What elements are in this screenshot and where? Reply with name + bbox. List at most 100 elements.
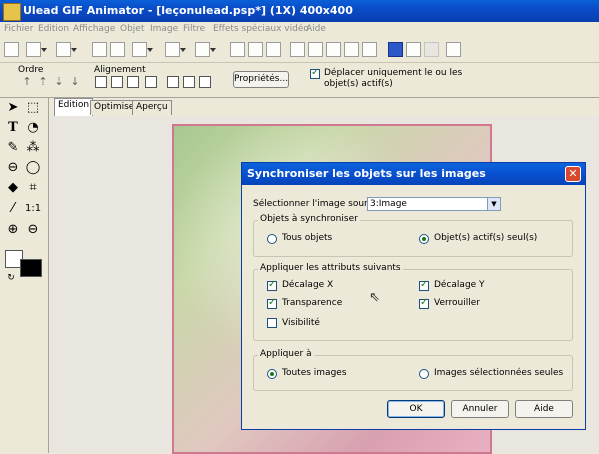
paste-icon[interactable] — [266, 42, 281, 57]
radio-tous-objets[interactable] — [267, 234, 277, 244]
redo-icon[interactable] — [195, 42, 216, 57]
visibilite-label: Visibilité — [282, 318, 320, 328]
open-icon[interactable] — [26, 42, 47, 57]
main-toolbar — [0, 38, 599, 63]
text-tool-icon[interactable]: T — [5, 120, 21, 136]
copy-icon[interactable] — [248, 42, 263, 57]
preview-icon[interactable] — [406, 42, 421, 57]
menu-fichier[interactable]: Fichier — [4, 24, 33, 34]
help-button[interactable]: Aide — [515, 400, 573, 418]
disabled-tool-icon — [424, 42, 439, 57]
radio-objets-actifs[interactable] — [419, 234, 429, 244]
tab-apercu[interactable]: Aperçu — [132, 100, 172, 115]
bring-forward-icon[interactable]: ↑ — [22, 76, 32, 88]
menu-bar: Fichier Edition Affichage Objet Image Fi… — [0, 22, 599, 38]
sync-objects-dialog: Synchroniser les objets sur les images ✕… — [241, 162, 586, 430]
align-top-icon[interactable] — [145, 76, 157, 88]
color-tool-icon[interactable] — [132, 42, 153, 57]
fill-bucket-icon[interactable]: ◆ — [5, 180, 21, 196]
checkbox-decalage-x[interactable] — [267, 279, 277, 291]
chevron-down-icon[interactable]: ▼ — [487, 198, 500, 210]
menu-filtre[interactable]: Filtre — [183, 24, 205, 34]
checkbox-verrouiller[interactable] — [419, 297, 429, 309]
menu-objet[interactable]: Objet — [120, 24, 144, 34]
menu-edition[interactable]: Edition — [38, 24, 69, 34]
zoom-in-icon[interactable]: ⊕ — [5, 222, 21, 238]
attributs-group-label: Appliquer les attributs suivants — [258, 263, 403, 273]
frame-add-icon[interactable] — [308, 42, 323, 57]
swap-colors-icon[interactable]: ↻ — [3, 270, 19, 286]
frame-props-icon[interactable] — [326, 42, 341, 57]
menu-image[interactable]: Image — [150, 24, 178, 34]
eraser-icon[interactable]: ⊖ — [5, 160, 21, 176]
view-tabs: Edition Optimiser Aperçu — [50, 98, 599, 116]
align-bottom-icon[interactable] — [183, 76, 195, 88]
frame-icon[interactable] — [290, 42, 305, 57]
web-icon[interactable] — [388, 42, 403, 57]
eyedropper-icon[interactable]: ⁄ — [5, 201, 21, 217]
source-image-select[interactable]: 3:Image ▼ — [367, 197, 501, 211]
menu-aide[interactable]: Aide — [306, 24, 326, 34]
proprietes-button[interactable]: Propriétés... — [233, 71, 289, 88]
images-selectionnees-label: Images sélectionnées seules — [434, 368, 564, 378]
menu-affichage[interactable]: Affichage — [73, 24, 115, 34]
verrouiller-label: Verrouiller — [434, 298, 480, 308]
cut-icon[interactable] — [230, 42, 245, 57]
crop-icon[interactable]: ⌗ — [25, 180, 41, 196]
sync-icon[interactable] — [344, 42, 359, 57]
deplacer-label-line1: Déplacer uniquement le ou les — [324, 68, 463, 78]
align-distribute-icon[interactable] — [199, 76, 211, 88]
help-pointer-icon[interactable] — [446, 42, 461, 57]
decalage-x-label: Décalage X — [282, 280, 334, 290]
appliquer-group-label: Appliquer à — [258, 349, 314, 359]
print-icon[interactable] — [92, 42, 107, 57]
checkbox-visibilite[interactable] — [267, 318, 277, 328]
ok-button[interactable]: OK — [387, 400, 445, 418]
bring-to-front-icon[interactable]: ⇡ — [38, 76, 48, 88]
lasso-icon[interactable]: ◯ — [25, 160, 41, 176]
align-middle-icon[interactable] — [167, 76, 179, 88]
checkbox-decalage-y[interactable] — [419, 279, 429, 291]
mouse-cursor-icon: ⇖ — [369, 290, 380, 305]
brush-icon[interactable]: ✎ — [5, 140, 21, 156]
actual-size-icon[interactable]: 1:1 — [25, 201, 41, 217]
send-backward-icon[interactable]: ↓ — [70, 76, 80, 88]
deplacer-checkbox[interactable] — [310, 67, 320, 79]
export-icon[interactable] — [110, 42, 125, 57]
close-icon[interactable]: ✕ — [565, 166, 581, 182]
magic-wand-icon[interactable]: ⁂ — [25, 140, 41, 156]
globe-icon[interactable] — [362, 42, 377, 57]
shape-tool-icon[interactable]: ◔ — [25, 120, 41, 136]
window-titlebar: Ulead GIF Animator - [leçonulead.psp*] (… — [0, 0, 599, 22]
object-toolbar: Ordre ↑ ⇡ ⇣ ↓ Alignement Propriétés... D… — [0, 63, 599, 98]
pointer-icon[interactable]: ➤ — [5, 100, 21, 116]
select-icon[interactable]: ⬚ — [25, 100, 41, 116]
menu-effets[interactable]: Effets spéciaux vidéo — [213, 24, 309, 34]
new-icon[interactable] — [4, 42, 19, 57]
objets-actifs-label: Objet(s) actif(s) seul(s) — [434, 233, 538, 243]
tab-edition[interactable]: Edition — [54, 98, 94, 116]
checkbox-transparence[interactable] — [267, 297, 277, 309]
deplacer-label-line2: objet(s) actif(s) — [324, 79, 393, 89]
dialog-title: Synchroniser les objets sur les images — [247, 167, 486, 180]
tous-objets-label: Tous objets — [282, 233, 333, 243]
cancel-button[interactable]: Annuler — [451, 400, 509, 418]
decalage-y-label: Décalage Y — [434, 280, 485, 290]
align-right-icon[interactable] — [127, 76, 139, 88]
source-image-label: Sélectionner l'image source — [253, 199, 379, 209]
radio-images-selectionnees[interactable] — [419, 369, 429, 379]
align-left-icon[interactable] — [95, 76, 107, 88]
dialog-titlebar: Synchroniser les objets sur les images ✕ — [242, 163, 585, 185]
objets-group-label: Objets à synchroniser — [258, 214, 360, 224]
source-image-value: 3:Image — [370, 199, 407, 209]
foreground-color-swatch[interactable] — [20, 259, 42, 277]
align-center-icon[interactable] — [111, 76, 123, 88]
undo-icon[interactable] — [165, 42, 186, 57]
zoom-out-icon[interactable]: ⊖ — [25, 222, 41, 238]
send-to-back-icon[interactable]: ⇣ — [54, 76, 64, 88]
window-title: Ulead GIF Animator - [leçonulead.psp*] (… — [23, 4, 353, 17]
radio-toutes-images[interactable] — [267, 369, 277, 379]
toutes-images-label: Toutes images — [282, 368, 347, 378]
save-icon[interactable] — [56, 42, 77, 57]
app-icon — [3, 3, 21, 21]
